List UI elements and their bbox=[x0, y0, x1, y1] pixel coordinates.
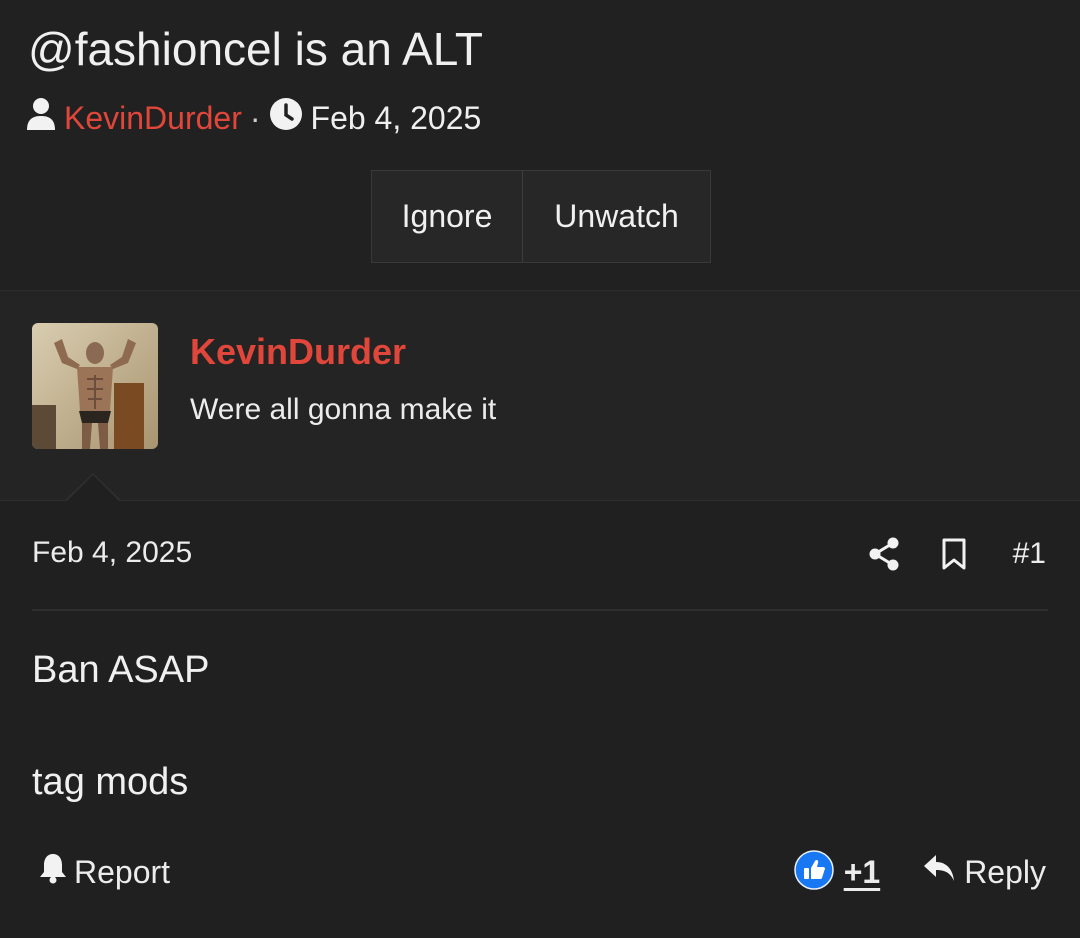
thread-header: @fashioncel is an ALT KevinDurder · Feb … bbox=[0, 0, 1080, 290]
clock-icon bbox=[269, 97, 303, 139]
share-icon[interactable] bbox=[869, 537, 899, 571]
thread-button-group: Ignore Unwatch bbox=[371, 170, 711, 263]
thread-title: @fashioncel is an ALT bbox=[28, 23, 483, 75]
avatar[interactable] bbox=[32, 323, 158, 449]
post-footer-actions: +1 Reply bbox=[793, 848, 1046, 896]
report-label: Report bbox=[74, 853, 171, 890]
post-author-name[interactable]: KevinDurder bbox=[190, 331, 406, 373]
author-pointer-inner bbox=[66, 475, 120, 502]
like-icon[interactable] bbox=[793, 849, 834, 895]
bell-icon bbox=[38, 852, 68, 892]
post-date[interactable]: Feb 4, 2025 bbox=[32, 536, 192, 570]
report-button[interactable]: Report bbox=[38, 850, 170, 894]
post-number[interactable]: #1 bbox=[1013, 537, 1046, 571]
like-count[interactable]: +1 bbox=[844, 854, 880, 891]
post-body-line: Ban ASAP bbox=[32, 649, 210, 691]
reply-label: Reply bbox=[964, 853, 1046, 890]
post-actions-top: #1 bbox=[827, 530, 1046, 578]
reply-icon bbox=[922, 853, 956, 891]
thread-date[interactable]: Feb 4, 2025 bbox=[311, 100, 482, 137]
post-body-line: tag mods bbox=[32, 761, 189, 803]
ignore-button[interactable]: Ignore bbox=[372, 171, 523, 262]
post-body: Ban ASAP tag mods bbox=[32, 648, 209, 872]
meta-separator: · bbox=[249, 99, 261, 136]
post-author-block: KevinDurder Were all gonna make it bbox=[0, 290, 1080, 501]
post-author-title: Were all gonna make it bbox=[190, 393, 497, 426]
thread-meta: KevinDurder · Feb 4, 2025 bbox=[26, 98, 481, 138]
post-divider bbox=[32, 609, 1048, 611]
reply-button[interactable]: Reply bbox=[922, 853, 1046, 891]
user-icon bbox=[26, 97, 56, 139]
thread-author-link[interactable]: KevinDurder bbox=[64, 100, 242, 137]
unwatch-button[interactable]: Unwatch bbox=[523, 171, 710, 262]
bookmark-icon[interactable] bbox=[941, 538, 967, 570]
